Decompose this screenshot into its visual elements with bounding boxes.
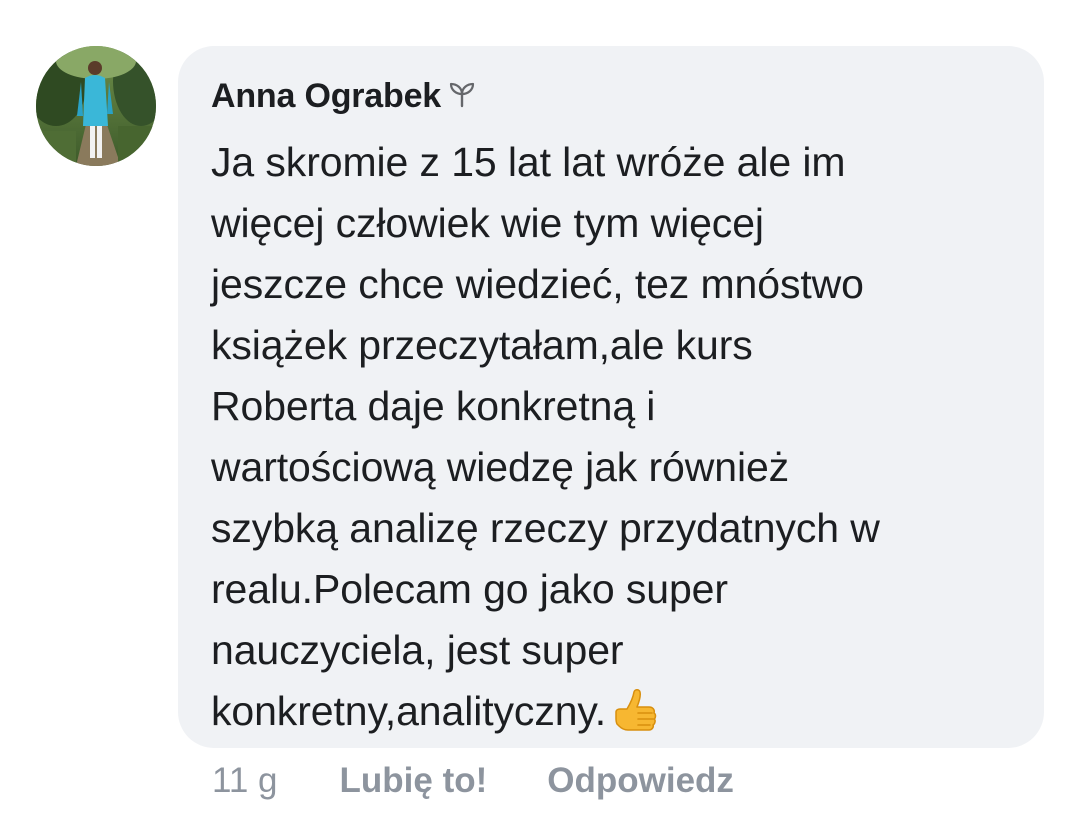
comment-body: Ja skromie z 15 lat lat wróże ale im wię… [211, 132, 1014, 742]
comment-actions: 11 g Lubię to! Odpowiedz [212, 756, 734, 806]
avatar-photo [36, 46, 156, 166]
comment-bubble: Anna Ograbek Ja skromie z 15 lat lat wró… [178, 46, 1044, 748]
reply-button[interactable]: Odpowiedz [547, 761, 734, 801]
like-button[interactable]: Lubię to! [340, 761, 488, 801]
thumbs-up-emoji-icon [608, 687, 660, 739]
author-name[interactable]: Anna Ograbek [211, 77, 441, 116]
new-member-sprout-icon[interactable] [447, 79, 477, 109]
comment-timestamp[interactable]: 11 g [212, 761, 278, 801]
author-avatar[interactable] [36, 46, 156, 166]
comment-header: Anna Ograbek [211, 74, 1014, 118]
comment-text: Ja skromie z 15 lat lat wróże ale im wię… [211, 139, 880, 734]
